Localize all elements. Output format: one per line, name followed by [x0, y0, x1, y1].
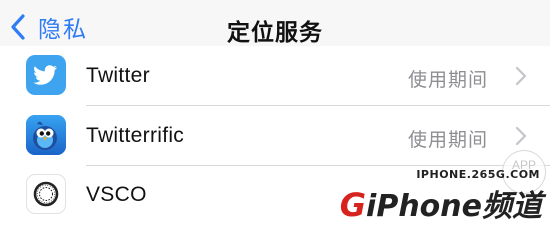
page-title: 定位服务 — [227, 19, 323, 45]
row-label: Twitter — [86, 64, 150, 87]
watermark-brand-logo: GiPhone频道 — [340, 181, 542, 220]
list-item-twitterrific[interactable]: Twitterrific 使用期间 — [0, 106, 550, 166]
twitterrific-bird-icon — [26, 115, 66, 155]
watermark-url: IPHONE.265G.COM — [416, 168, 540, 181]
watermark-brand-prefix: G — [339, 186, 367, 220]
list-item-twitter[interactable]: Twitter 使用期间 — [0, 46, 550, 106]
chevron-right-icon — [514, 125, 528, 147]
row-label: Twitterrific — [86, 124, 185, 147]
row-label: VSCO — [86, 183, 147, 206]
row-value: 使用期间 — [407, 130, 488, 151]
twitter-bird-icon — [26, 55, 66, 95]
vsco-ring-icon — [26, 174, 66, 214]
watermark-brand-text: iPhone频道 — [366, 189, 542, 220]
chevron-right-icon — [514, 65, 528, 87]
row-value: 使用期间 — [407, 70, 488, 91]
location-services-screen: 隐私 定位服务 Twitter 使用期间 Twitterrific 使用期间 V… — [0, 0, 550, 220]
